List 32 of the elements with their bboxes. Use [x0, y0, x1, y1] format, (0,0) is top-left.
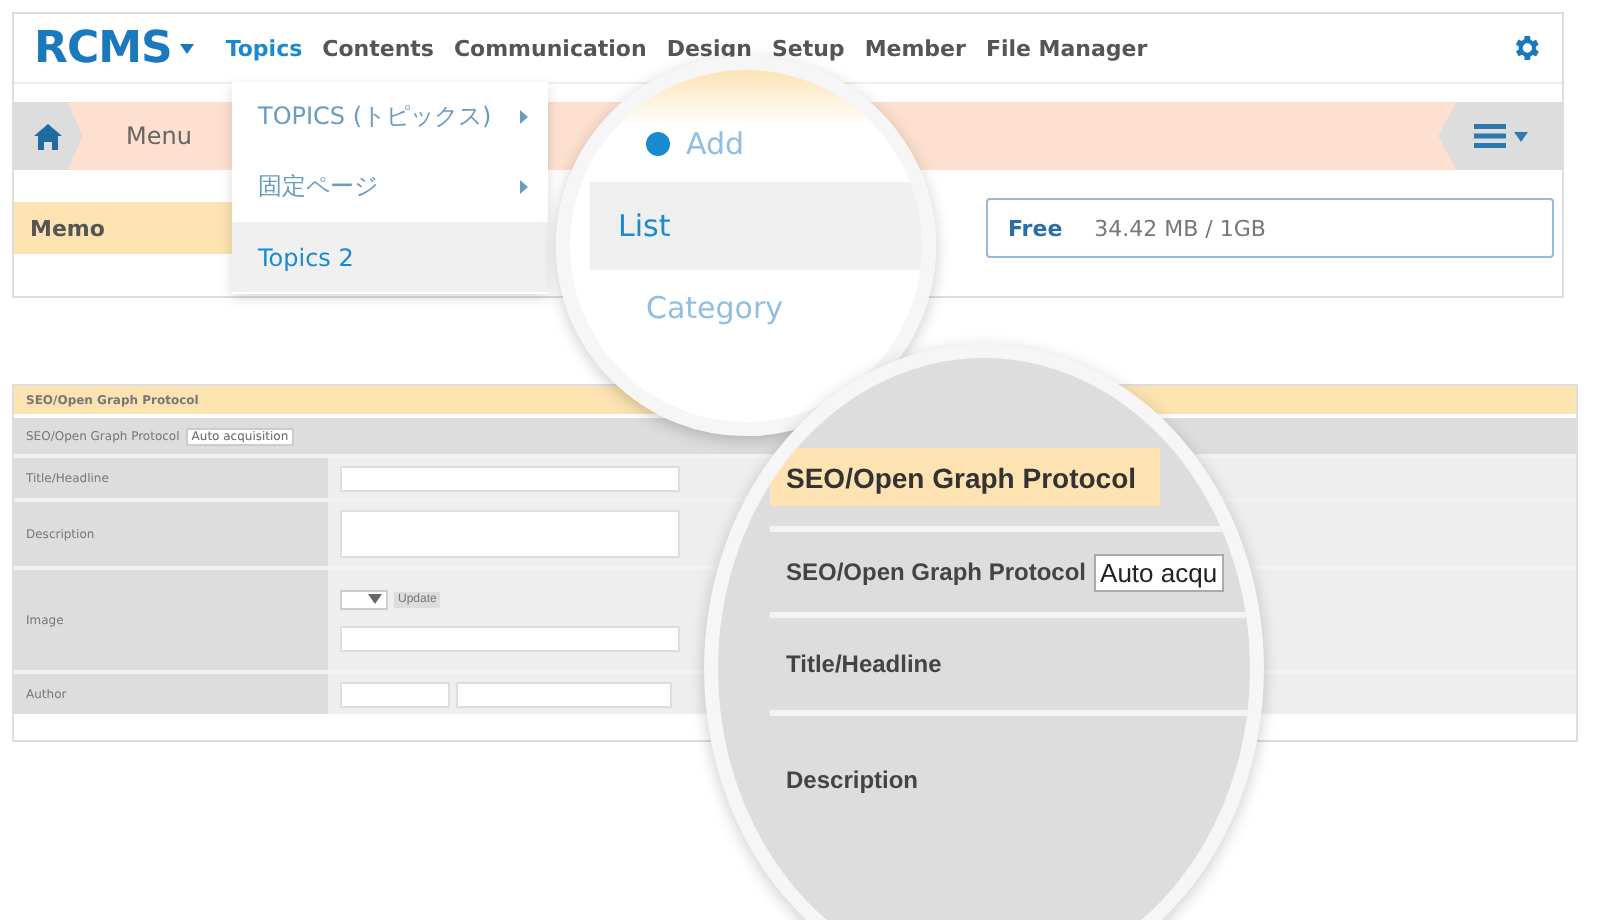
- caret-icon: [1513, 131, 1527, 141]
- field-label: Description: [786, 766, 919, 794]
- section-header: SEO/Open Graph Protocol: [770, 448, 1161, 506]
- image-select[interactable]: [340, 589, 388, 609]
- menu-button[interactable]: [1438, 102, 1562, 170]
- caret-icon: [179, 43, 194, 53]
- text-area[interactable]: [340, 510, 680, 558]
- text-field[interactable]: [340, 625, 680, 651]
- storage-label: Free: [1008, 215, 1063, 241]
- nav-link[interactable]: File Manager: [985, 35, 1148, 61]
- nav-link[interactable]: Setup: [771, 35, 845, 61]
- text-field[interactable]: [456, 681, 672, 707]
- logo[interactable]: RCMS: [34, 23, 172, 73]
- dropdown-link[interactable]: 固定ページ: [232, 152, 548, 222]
- home-icon[interactable]: [34, 123, 62, 149]
- dropdown-link[interactable]: TOPICS (トピックス): [232, 82, 548, 152]
- nav-link[interactable]: Communication: [453, 35, 647, 61]
- mode-select[interactable]: Auto acqu: [1094, 553, 1224, 591]
- field-label: SEO/Open Graph Protocol: [786, 558, 1087, 586]
- magnified-link[interactable]: List: [590, 182, 922, 270]
- storage-value: 34.42 MB / 1GB: [1094, 215, 1266, 241]
- dropdown-caret-icon: [368, 594, 382, 604]
- nav-link[interactable]: Contents: [322, 35, 434, 61]
- nav-link[interactable]: Member: [864, 35, 966, 61]
- nav-link[interactable]: Design: [666, 35, 752, 61]
- author-select[interactable]: [340, 681, 450, 707]
- menu-icon: [1473, 124, 1505, 148]
- field-label: Title/Headline: [786, 650, 942, 678]
- text-field[interactable]: [340, 465, 680, 491]
- dropdown-link[interactable]: Topics 2: [232, 222, 548, 292]
- settings-icon[interactable]: [1510, 32, 1542, 64]
- nav-link[interactable]: Topics: [225, 35, 303, 61]
